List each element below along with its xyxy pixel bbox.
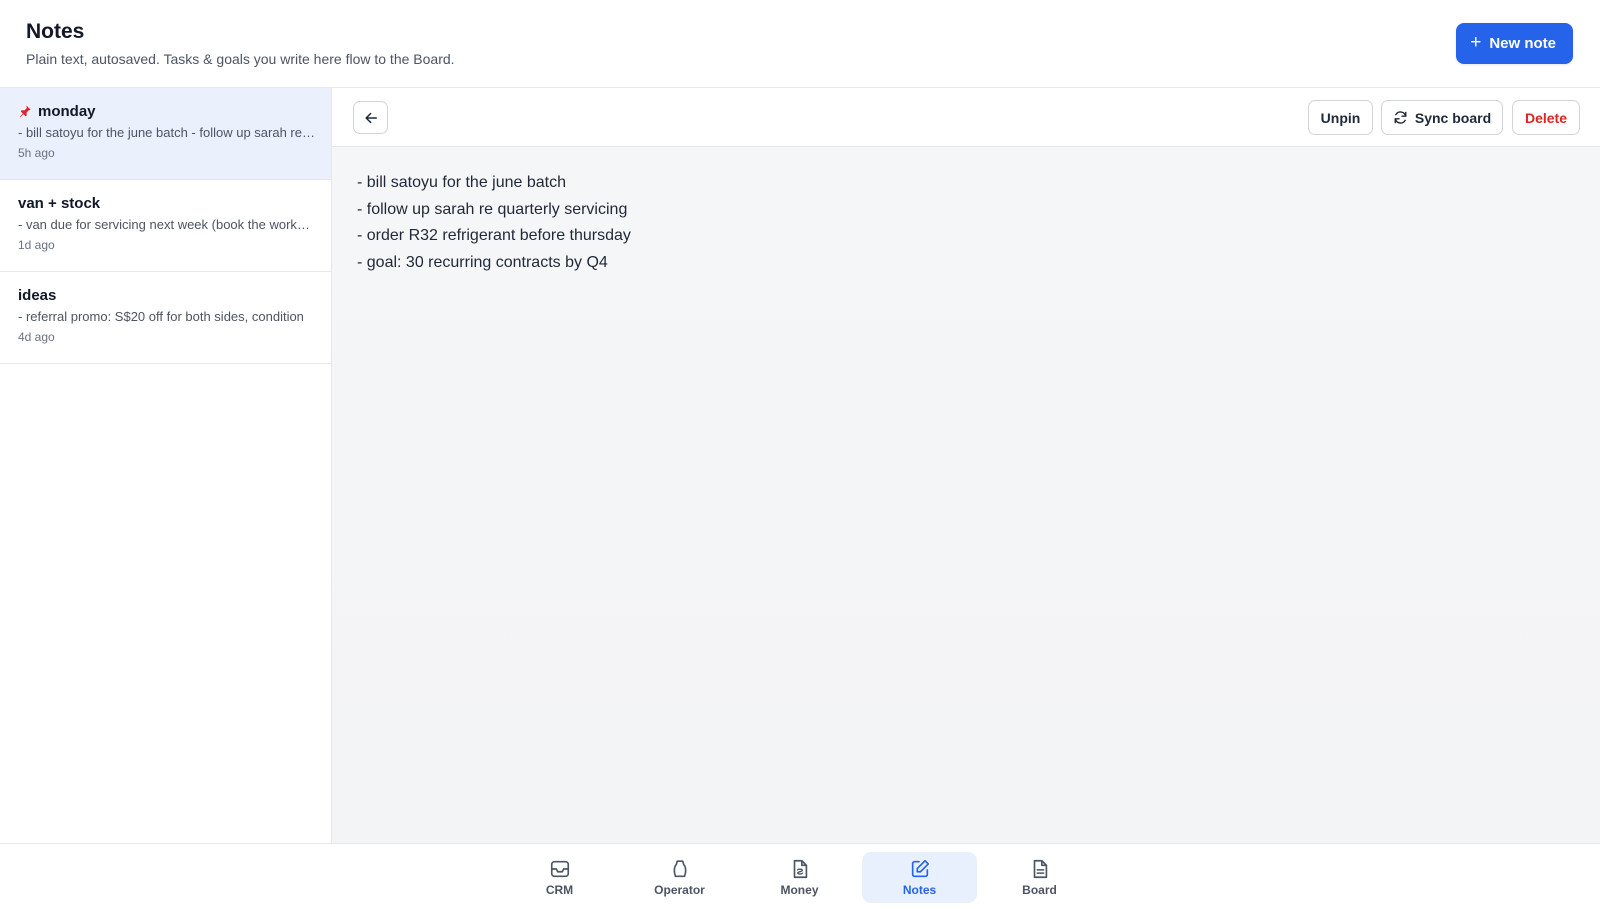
note-title-row: van + stock xyxy=(18,193,313,213)
unpin-button[interactable]: Unpin xyxy=(1308,100,1373,135)
editor-toolbar: Unpin Sync board Delete xyxy=(332,88,1600,147)
new-note-button[interactable]: + New note xyxy=(1456,23,1573,64)
note-preview: - referral promo: S$20 off for both side… xyxy=(18,309,304,324)
edit-icon xyxy=(911,859,929,878)
note-text-area[interactable]: - bill satoyu for the june batch - follo… xyxy=(357,170,631,277)
nav-label: CRM xyxy=(545,883,574,897)
sync-board-label: Sync board xyxy=(1414,109,1492,126)
note-preview: - van due for servicing next week (book … xyxy=(18,217,315,232)
bottom-navigation: CRM Operator Money Notes Board xyxy=(0,843,1600,909)
receipt-icon xyxy=(793,859,807,879)
note-title: ideas xyxy=(18,286,57,304)
back-button[interactable] xyxy=(353,101,388,134)
note-timestamp: 4d ago xyxy=(18,330,55,344)
new-note-label: New note xyxy=(1489,35,1556,52)
note-timestamp: 5h ago xyxy=(18,146,55,160)
note-timestamp: 1d ago xyxy=(18,238,55,252)
operator-icon xyxy=(673,860,686,878)
note-list-item-van-stock[interactable]: van + stock - van due for servicing next… xyxy=(0,180,331,272)
pin-icon xyxy=(19,105,31,118)
note-title-row: ideas xyxy=(18,285,313,305)
nav-label: Money xyxy=(780,883,819,897)
nav-label: Board xyxy=(1022,883,1057,897)
sync-board-button[interactable]: Sync board xyxy=(1381,100,1503,135)
nav-label: Operator xyxy=(654,883,705,897)
unpin-label: Unpin xyxy=(1320,109,1361,126)
plus-icon: + xyxy=(1470,32,1482,53)
page-subtitle: Plain text, autosaved. Tasks & goals you… xyxy=(26,51,455,67)
refresh-icon xyxy=(1394,111,1407,124)
delete-label: Delete xyxy=(1524,109,1568,126)
page-title: Notes xyxy=(26,20,85,43)
note-title-row: monday xyxy=(18,101,313,121)
notes-list: monday - bill satoyu for the june batch … xyxy=(0,88,332,843)
note-list-item-monday[interactable]: monday - bill satoyu for the june batch … xyxy=(0,88,331,180)
delete-button[interactable]: Delete xyxy=(1512,100,1580,135)
note-editor: Unpin Sync board Delete - bill satoyu fo… xyxy=(332,88,1600,843)
inbox-icon xyxy=(550,860,569,878)
note-line: - follow up sarah re quarterly servicing xyxy=(357,200,628,218)
arrow-left-icon xyxy=(364,112,377,123)
note-title: van + stock xyxy=(18,194,101,212)
page-header: Notes Plain text, autosaved. Tasks & goa… xyxy=(0,0,1600,88)
nav-item-notes[interactable]: Notes xyxy=(862,852,977,903)
note-line: - order R32 refrigerant before thursday xyxy=(357,227,631,245)
nav-item-board[interactable]: Board xyxy=(982,852,1097,903)
note-line: - goal: 30 recurring contracts by Q4 xyxy=(357,254,608,272)
note-title: monday xyxy=(38,102,96,120)
nav-item-crm[interactable]: CRM xyxy=(502,852,617,903)
note-preview: - bill satoyu for the june batch - follo… xyxy=(18,125,315,140)
note-list-item-ideas[interactable]: ideas - referral promo: S$20 off for bot… xyxy=(0,272,331,364)
nav-item-money[interactable]: Money xyxy=(742,852,857,903)
nav-label: Notes xyxy=(902,883,937,897)
nav-item-operator[interactable]: Operator xyxy=(622,852,737,903)
note-line: - bill satoyu for the june batch xyxy=(357,174,567,191)
document-icon xyxy=(1033,859,1047,879)
